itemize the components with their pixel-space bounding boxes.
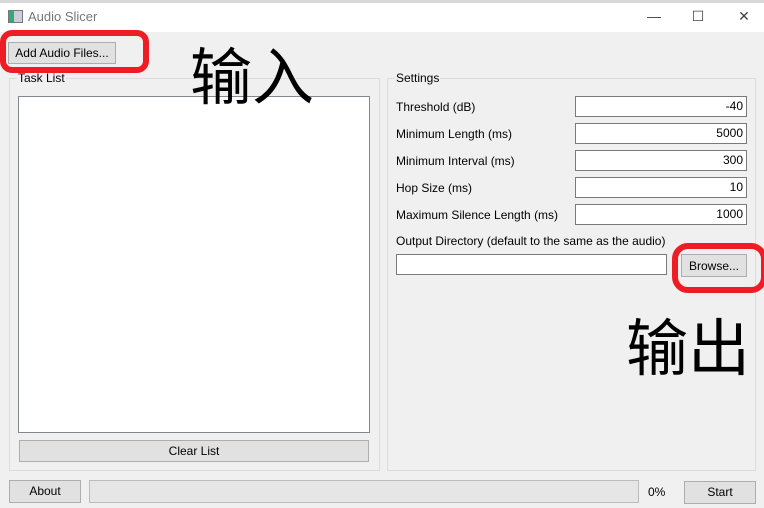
- start-button[interactable]: Start: [684, 481, 756, 504]
- output-directory-label: Output Directory (default to the same as…: [396, 234, 666, 248]
- progress-percent: 0%: [648, 485, 666, 499]
- window-title: Audio Slicer: [28, 9, 98, 24]
- max-silence-label: Maximum Silence Length (ms): [396, 208, 559, 222]
- input-highlight-box: [0, 30, 149, 73]
- app-icon: [8, 10, 23, 23]
- settings-title: Settings: [395, 71, 441, 85]
- hop-size-input[interactable]: 10: [575, 177, 747, 198]
- about-button[interactable]: About: [9, 480, 81, 503]
- clear-list-button[interactable]: Clear List: [19, 440, 369, 462]
- task-listbox[interactable]: [18, 96, 370, 433]
- output-directory-input[interactable]: [396, 254, 667, 275]
- max-silence-input[interactable]: 1000: [575, 204, 747, 225]
- hop-size-label: Hop Size (ms): [396, 181, 473, 195]
- output-highlight-box: [672, 243, 764, 293]
- threshold-label: Threshold (dB): [396, 100, 476, 114]
- min-length-input[interactable]: 5000: [575, 123, 747, 144]
- input-annotation: 输入: [190, 41, 315, 114]
- min-interval-label: Minimum Interval (ms): [396, 154, 515, 168]
- min-interval-input[interactable]: 300: [575, 150, 747, 171]
- close-button[interactable]: ✕: [734, 6, 754, 26]
- output-annotation: 输出: [626, 312, 751, 385]
- task-list-title: Task List: [17, 71, 66, 85]
- min-length-label: Minimum Length (ms): [396, 127, 513, 141]
- maximize-button[interactable]: ☐: [688, 6, 708, 26]
- threshold-input[interactable]: -40: [575, 96, 747, 117]
- taskbar-strip: [0, 0, 764, 3]
- progress-bar: [89, 480, 639, 503]
- minimize-button[interactable]: —: [644, 6, 664, 26]
